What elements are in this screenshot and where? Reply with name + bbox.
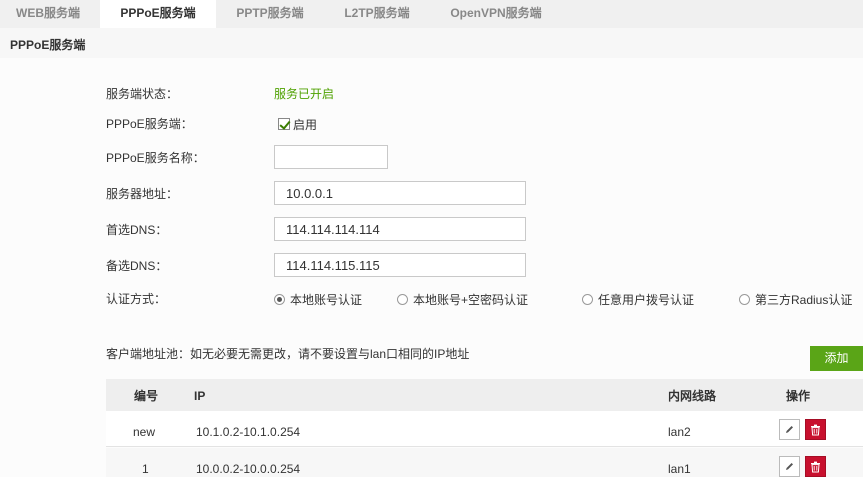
server-address-label: 服务器地址： [106, 187, 179, 201]
tab-pppoe-server[interactable]: PPPoE服务端 [100, 0, 216, 28]
row-id: new [133, 425, 156, 439]
auth-method-label: 认证方式： [106, 292, 167, 306]
auth-radio-label: 任意用户拨号认证 [598, 292, 695, 307]
row-lan-line: lan2 [668, 425, 691, 439]
row-id: 1 [142, 462, 149, 476]
primary-dns-input[interactable] [274, 217, 526, 241]
table-row: new 10.1.0.2-10.1.0.254 lan2 [106, 411, 863, 447]
radio-icon[interactable] [739, 293, 750, 305]
edit-button[interactable] [779, 456, 800, 477]
auth-radio-local[interactable]: 本地账号认证 [274, 292, 363, 307]
auth-radio-label: 第三方Radius认证 [755, 292, 853, 307]
enable-checkbox-label: 启用 [293, 117, 318, 132]
column-header-actions: 操作 [786, 389, 811, 403]
service-name-input[interactable] [274, 145, 388, 169]
delete-button[interactable] [805, 419, 826, 440]
auth-radio-radius[interactable]: 第三方Radius认证 [739, 292, 853, 307]
tab-pptp-server[interactable]: PPTP服务端 [218, 0, 322, 28]
trash-icon [811, 424, 820, 435]
status-label: 服务端状态： [106, 87, 179, 101]
section-header: PPPoE服务端 [0, 28, 863, 58]
status-value: 服务已开启 [274, 87, 335, 101]
primary-dns-label: 首选DNS： [106, 223, 168, 237]
secondary-dns-label: 备选DNS： [106, 259, 168, 273]
trash-icon [811, 461, 820, 472]
radio-icon[interactable] [582, 293, 593, 305]
tab-bar: WEB服务端 PPPoE服务端 PPTP服务端 L2TP服务端 OpenVPN服… [0, 0, 863, 28]
column-header-ip: IP [194, 389, 206, 403]
edit-button[interactable] [779, 419, 800, 440]
section-title: PPPoE服务端 [10, 38, 86, 52]
server-address-input[interactable] [274, 181, 526, 205]
add-button[interactable]: 添加 [810, 346, 863, 371]
auth-radio-local-empty-password[interactable]: 本地账号+空密码认证 [397, 292, 529, 307]
address-pool-note: 客户端地址池：如无必要无需更改，请不要设置与lan口相同的IP地址 [106, 347, 470, 361]
row-ip: 10.1.0.2-10.1.0.254 [196, 425, 301, 439]
column-header-id: 编号 [134, 389, 159, 403]
enable-checkbox[interactable] [278, 118, 290, 130]
enable-checkbox-wrap[interactable]: 启用 [278, 117, 318, 132]
service-name-label: PPPoE服务名称： [106, 151, 205, 165]
row-lan-line: lan1 [668, 462, 691, 476]
auth-radio-any-user[interactable]: 任意用户拨号认证 [582, 292, 695, 307]
tab-l2tp-server[interactable]: L2TP服务端 [324, 0, 430, 28]
delete-button[interactable] [805, 456, 826, 477]
radio-icon[interactable] [397, 293, 408, 305]
auth-radio-label: 本地账号认证 [290, 292, 363, 307]
pencil-icon [786, 463, 793, 470]
table-header: 编号 IP 内网线路 操作 [106, 379, 863, 411]
pencil-icon [786, 426, 793, 433]
tab-web-server[interactable]: WEB服务端 [0, 0, 96, 28]
secondary-dns-input[interactable] [274, 253, 526, 277]
column-header-lan-line: 内网线路 [668, 389, 717, 403]
auth-radio-label: 本地账号+空密码认证 [413, 292, 529, 307]
enable-label: PPPoE服务端： [106, 117, 193, 131]
tab-openvpn-server[interactable]: OpenVPN服务端 [434, 0, 558, 28]
radio-icon[interactable] [274, 293, 285, 305]
table-row: 1 10.0.0.2-10.0.0.254 lan1 [106, 448, 863, 477]
row-ip: 10.0.0.2-10.0.0.254 [196, 462, 301, 476]
